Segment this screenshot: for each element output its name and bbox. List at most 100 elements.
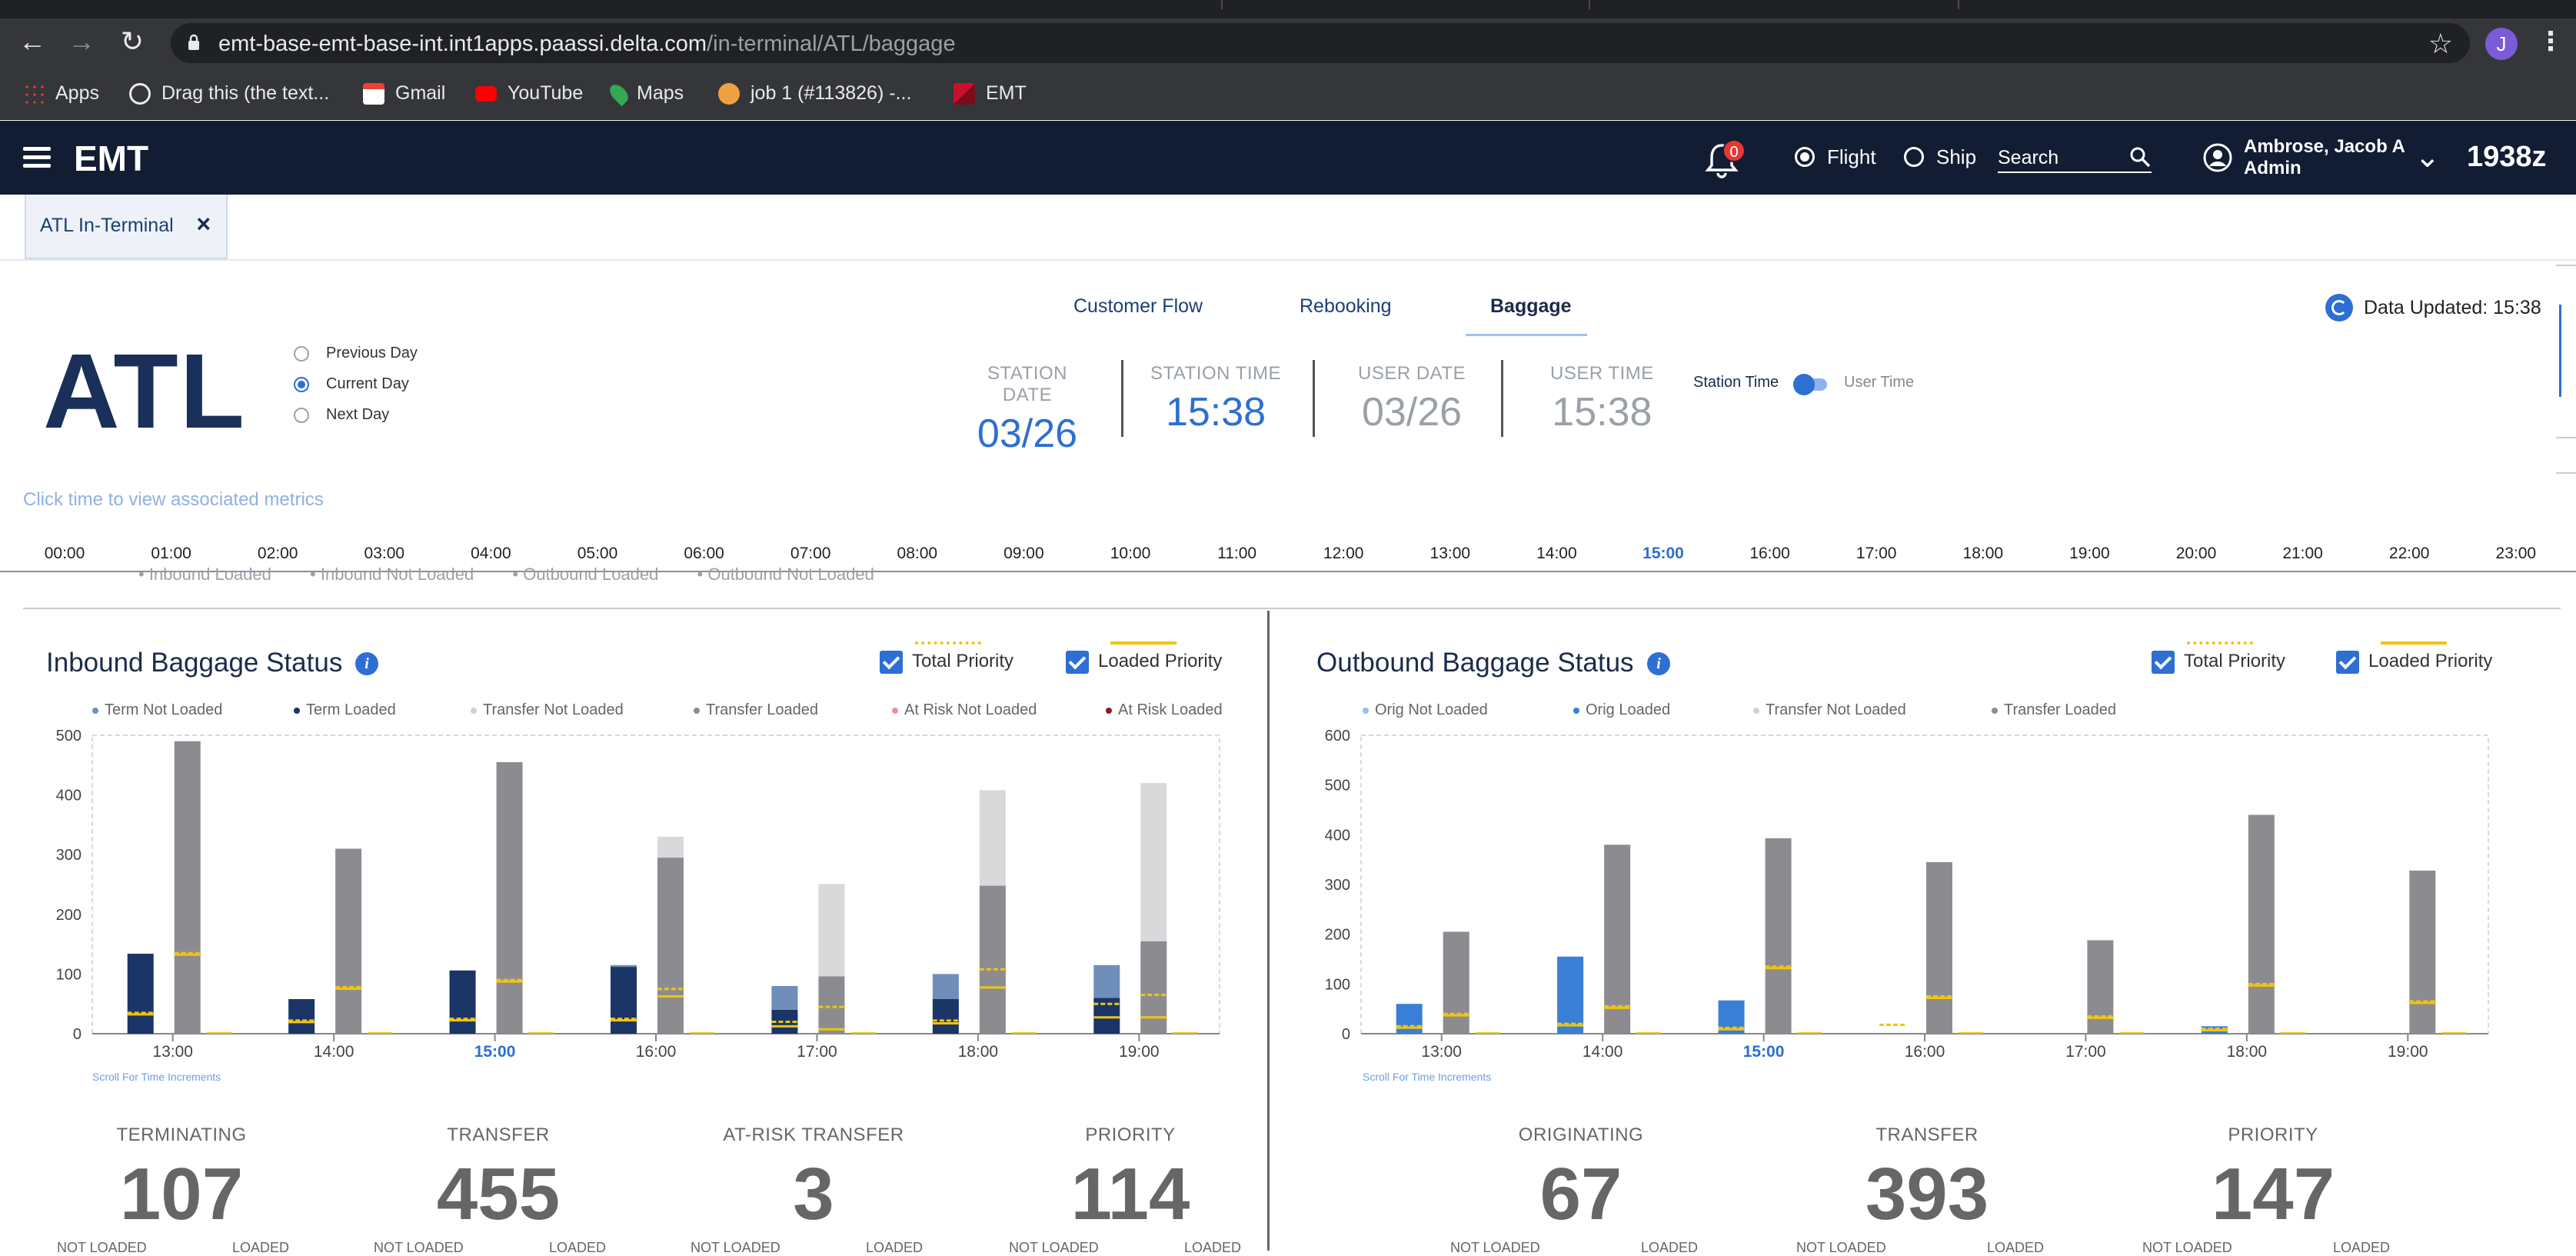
kpi-terminating: TERMINATING 107 — [77, 1124, 286, 1237]
legend-transfer-loaded[interactable]: Transfer Loaded — [694, 701, 818, 719]
legend-dot — [1753, 707, 1759, 714]
legend-orig-not-loaded[interactable]: Orig Not Loaded — [1363, 701, 1488, 719]
outbound-loaded-priority-checkbox[interactable] — [2336, 651, 2359, 674]
kpi-sub-label: LOADED — [2333, 1240, 2391, 1255]
bookmark-apps[interactable]: Apps — [23, 80, 99, 106]
bookmark-emt[interactable]: EMT — [954, 80, 1027, 106]
timeline-hour-0600[interactable]: 06:00 — [684, 545, 724, 563]
x-tick-label: 14:00 — [314, 1043, 354, 1061]
timeline-hour-1500[interactable]: 15:00 — [1642, 545, 1684, 563]
timeline-hour-0500[interactable]: 05:00 — [577, 545, 618, 563]
timeline-hour-1800[interactable]: 18:00 — [1963, 545, 2004, 563]
inbound-chart[interactable]: 0 100 200 300 400 500 13:00 14:00 15:00 16:00 17:0… — [43, 728, 1230, 1066]
inbound-total-priority-checkbox[interactable] — [880, 651, 903, 674]
timeline-hour-0200[interactable]: 02:00 — [258, 545, 298, 563]
timeline-hour-0100[interactable]: 01:00 — [151, 545, 191, 563]
timeline-hour-1900[interactable]: 19:00 — [2069, 545, 2110, 563]
timeline-hour-0700[interactable]: 07:00 — [790, 545, 831, 563]
bookmark-job[interactable]: job 1 (#113826) -... — [718, 80, 911, 106]
user-info[interactable]: Ambrose, Jacob A Admin — [2244, 136, 2405, 179]
tab-atl-in-terminal[interactable]: ATL In-Terminal × — [25, 195, 228, 259]
timeline-hour-2200[interactable]: 22:00 — [2389, 545, 2430, 563]
timeline-hour-1400[interactable]: 14:00 — [1536, 545, 1577, 563]
timeline-hour-1100[interactable]: 11:00 — [1217, 545, 1256, 563]
legend-term-loaded[interactable]: Term Loaded — [294, 701, 396, 719]
timeline-hour-0300[interactable]: 03:00 — [364, 545, 405, 563]
station-time: STATION TIME 15:38 — [1150, 363, 1281, 435]
timeline-hour-0400[interactable]: 04:00 — [471, 545, 511, 563]
forward-icon[interactable]: → — [65, 25, 98, 58]
bookmark-drag-this[interactable]: Drag this (the text... — [129, 80, 329, 106]
info-icon[interactable]: i — [1647, 652, 1670, 675]
ship-radio[interactable] — [1904, 147, 1924, 167]
station-time-label: STATION TIME — [1150, 363, 1282, 384]
timeline-hour-2100[interactable]: 21:00 — [2282, 545, 2323, 563]
bookmark-gmail[interactable]: Gmail — [363, 80, 445, 106]
legend-transfer-not-loaded[interactable]: Transfer Not Loaded — [1753, 701, 1906, 719]
previous-day-radio[interactable] — [294, 346, 309, 361]
user-icon[interactable] — [2202, 142, 2233, 173]
legend-orig-loaded[interactable]: Orig Loaded — [1573, 701, 1670, 719]
address-bar[interactable]: emt-base-emt-base-int.int1apps.paassi.de… — [171, 23, 2470, 63]
timeline-hour-0000[interactable]: 00:00 — [45, 545, 85, 563]
kpi-label: PRIORITY — [1085, 1124, 1176, 1145]
kpi-label: PRIORITY — [2228, 1124, 2318, 1145]
back-icon[interactable]: ← — [15, 25, 49, 58]
inbound-total-priority-label: Total Priority — [912, 651, 1014, 671]
timeline-hour-1700[interactable]: 17:00 — [1856, 545, 1897, 563]
refresh-icon[interactable] — [2325, 294, 2353, 321]
bookmark-star-icon[interactable]: ☆ — [2428, 28, 2453, 60]
legend-at-risk-loaded[interactable]: At Risk Loaded — [1106, 701, 1223, 719]
tab-rebooking[interactable]: Rebooking — [1300, 295, 1392, 318]
flight-label: Flight — [1827, 145, 1876, 168]
kpi-sub-label: NOT LOADED — [1009, 1240, 1099, 1255]
outbound-total-priority-checkbox[interactable] — [2152, 651, 2175, 674]
search-icon[interactable] — [2128, 145, 2152, 168]
browser-menu-icon[interactable]: ⋮ — [2538, 26, 2564, 57]
profile-avatar[interactable]: J — [2485, 28, 2518, 60]
apps-grid-icon — [23, 83, 45, 105]
timeline-hour-1600[interactable]: 16:00 — [1749, 545, 1790, 563]
legend-transfer-loaded[interactable]: Transfer Loaded — [1992, 701, 2116, 719]
tab-baggage[interactable]: Baggage — [1490, 295, 1572, 318]
timeline-hour-1000[interactable]: 10:00 — [1110, 545, 1151, 563]
info-icon[interactable]: i — [355, 652, 378, 675]
toggle-knob[interactable] — [1793, 374, 1815, 395]
legend-label: Transfer Loaded — [706, 701, 819, 718]
tab-separator — [1958, 0, 1959, 9]
x-tick-label: 19:00 — [1119, 1043, 1160, 1061]
next-day-radio[interactable] — [294, 408, 309, 423]
timeline-hour-1200[interactable]: 12:00 — [1323, 545, 1364, 563]
legend-dot — [294, 707, 300, 714]
url-path: /in-terminal/ATL/baggage — [707, 32, 956, 56]
timeline-hour-0900[interactable]: 09:00 — [1003, 545, 1044, 563]
workspace-tabs: ATL In-Terminal × — [0, 195, 2576, 261]
timeline-hour-1300[interactable]: 13:00 — [1430, 545, 1471, 563]
legend-at-risk-not-loaded[interactable]: At Risk Not Loaded — [892, 701, 1037, 719]
scrollbar-thumb[interactable] — [2559, 305, 2561, 397]
y-tick-label: 0 — [1342, 1026, 1350, 1043]
flight-radio[interactable] — [1795, 147, 1815, 167]
reload-icon[interactable]: ↻ — [115, 25, 149, 58]
legend-label: Inbound Loaded — [148, 565, 271, 584]
timeline-hour-0800[interactable]: 08:00 — [897, 545, 938, 563]
menu-icon[interactable] — [23, 147, 51, 168]
x-tick-label: 14:00 — [1583, 1043, 1623, 1061]
outbound-chart[interactable]: 0 100 200 300 400 500 600 13:00 14:00 15:00 16:00 1… — [1312, 728, 2499, 1066]
current-day-radio[interactable] — [294, 377, 309, 392]
tab-customer-flow[interactable]: Customer Flow — [1073, 295, 1203, 318]
bar-transfer-loaded — [1443, 931, 1469, 1034]
legend-label: Inbound Not Loaded — [320, 565, 474, 584]
kpi-sub-label: NOT LOADED — [57, 1240, 147, 1255]
bookmark-youtube[interactable]: YouTube — [475, 80, 583, 106]
y-tick-label: 200 — [56, 907, 82, 924]
inbound-loaded-priority-checkbox[interactable] — [1066, 651, 1089, 674]
chevron-down-icon[interactable]: ⌄ — [2415, 139, 2441, 175]
lock-icon — [188, 34, 199, 50]
timeline-hour-2300[interactable]: 23:00 — [2496, 545, 2537, 563]
timeline-hour-2000[interactable]: 20:00 — [2176, 545, 2217, 563]
close-icon[interactable]: × — [196, 210, 211, 238]
bookmark-maps[interactable]: Maps — [606, 80, 684, 107]
legend-term-not-loaded[interactable]: Term Not Loaded — [92, 701, 222, 719]
legend-transfer-not-loaded[interactable]: Transfer Not Loaded — [471, 701, 624, 719]
